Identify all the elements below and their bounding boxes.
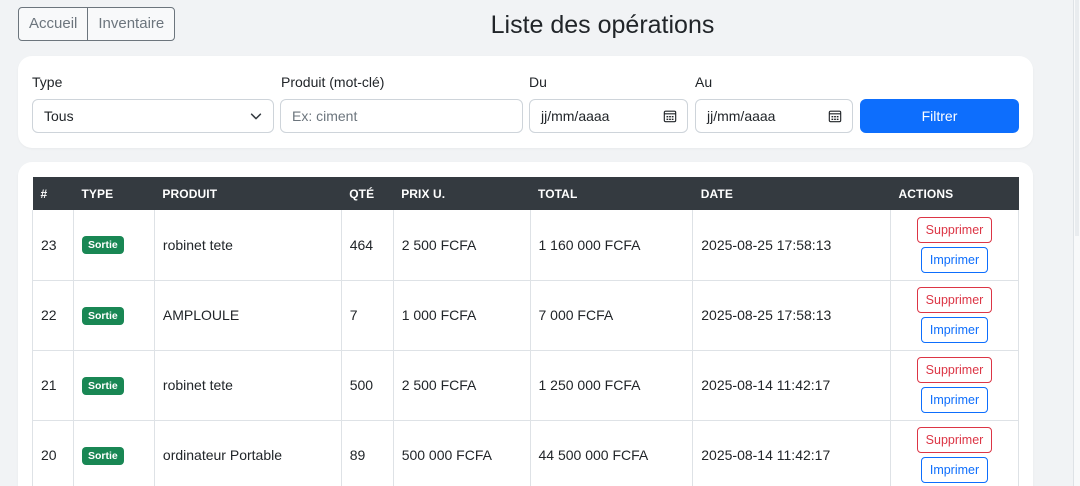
nav-button-group: Accueil Inventaire [18, 7, 176, 41]
cell-actions: Supprimer Imprimer [890, 420, 1019, 486]
cell-product: ordinateur Portable [153, 420, 342, 486]
print-button[interactable]: Imprimer [921, 317, 988, 343]
product-input-placeholder: Ex: ciment [292, 108, 358, 124]
page-scrollbar[interactable] [1073, 0, 1080, 486]
type-badge: Sortie [81, 236, 124, 255]
cell-date: 2025-08-25 17:58:13 [692, 280, 891, 351]
cell-actions: Supprimer Imprimer [890, 280, 1019, 351]
col-header-date: DATE [692, 177, 891, 210]
type-label: Type [32, 74, 63, 90]
delete-button[interactable]: Supprimer [917, 287, 992, 313]
operations-table-card: # TYPE PRODUIT QTÉ PRIX U. TOTAL DATE AC… [18, 162, 1033, 486]
scrollbar-thumb[interactable] [1075, 0, 1079, 236]
cell-actions: Supprimer Imprimer [890, 350, 1019, 421]
table-row: 21 Sortie robinet tete 500 2 500 FCFA 1 … [32, 350, 1019, 421]
chevron-down-icon [250, 113, 262, 120]
cell-qty: 464 [340, 210, 394, 281]
cell-total: 7 000 FCFA [529, 280, 694, 351]
col-header-type: TYPE [73, 177, 155, 210]
type-badge: Sortie [81, 306, 124, 325]
type-badge: Sortie [81, 446, 124, 465]
print-button[interactable]: Imprimer [921, 387, 988, 413]
delete-button[interactable]: Supprimer [917, 357, 992, 383]
type-select-value: Tous [44, 108, 74, 124]
cell-unit-price: 2 500 FCFA [392, 210, 531, 281]
col-header-id: # [32, 177, 74, 210]
table-row: 20 Sortie ordinateur Portable 89 500 000… [32, 420, 1019, 486]
col-header-actions: ACTIONS [890, 177, 1019, 210]
delete-button[interactable]: Supprimer [917, 427, 992, 453]
cell-id: 20 [32, 420, 74, 486]
filter-card: Type Tous Produit (mot-clé) Ex: ciment D… [18, 56, 1033, 148]
cell-date: 2025-08-25 17:58:13 [692, 210, 891, 281]
cell-qty: 7 [340, 280, 394, 351]
nav-inventory-button[interactable]: Inventaire [87, 8, 174, 40]
cell-date: 2025-08-14 11:42:17 [692, 420, 891, 486]
col-header-total: TOTAL [530, 177, 693, 210]
cell-product: robinet tete [153, 350, 342, 421]
cell-id: 21 [32, 350, 74, 421]
table-header-row: # TYPE PRODUIT QTÉ PRIX U. TOTAL DATE AC… [32, 177, 1019, 210]
from-date-label: Du [529, 74, 547, 90]
cell-id: 22 [32, 280, 74, 351]
from-date-input[interactable]: jj/mm/aaaa [529, 99, 688, 133]
col-header-unit-price: PRIX U. [393, 177, 530, 210]
operations-table: # TYPE PRODUIT QTÉ PRIX U. TOTAL DATE AC… [32, 177, 1019, 486]
to-date-placeholder: jj/mm/aaaa [707, 108, 776, 124]
cell-type: Sortie [72, 280, 155, 351]
to-date-label: Au [695, 74, 713, 90]
table-row: 23 Sortie robinet tete 464 2 500 FCFA 1 … [32, 210, 1019, 281]
cell-actions: Supprimer Imprimer [890, 210, 1019, 281]
delete-button[interactable]: Supprimer [917, 216, 992, 243]
product-label: Produit (mot-clé) [281, 74, 385, 90]
cell-type: Sortie [72, 420, 155, 486]
cell-product: AMPLOULE [153, 280, 342, 351]
from-date-placeholder: jj/mm/aaaa [541, 108, 610, 124]
calendar-icon[interactable] [663, 109, 677, 123]
cell-id: 23 [32, 210, 74, 281]
print-button[interactable]: Imprimer [921, 246, 988, 273]
col-header-product: PRODUIT [154, 177, 342, 210]
cell-type: Sortie [72, 210, 155, 281]
type-select[interactable]: Tous [32, 99, 274, 133]
cell-qty: 500 [340, 350, 394, 421]
cell-total: 1 160 000 FCFA [529, 210, 694, 281]
cell-date: 2025-08-14 11:42:17 [692, 350, 891, 421]
print-button[interactable]: Imprimer [921, 457, 988, 483]
cell-unit-price: 2 500 FCFA [392, 350, 531, 421]
cell-total: 44 500 000 FCFA [529, 420, 694, 486]
cell-type: Sortie [72, 350, 155, 421]
cell-unit-price: 1 000 FCFA [392, 280, 531, 351]
table-row: 22 Sortie AMPLOULE 7 1 000 FCFA 7 000 FC… [32, 280, 1019, 351]
cell-qty: 89 [340, 420, 394, 486]
nav-home-button[interactable]: Accueil [19, 8, 87, 40]
col-header-qty: QTÉ [341, 177, 394, 210]
cell-product: robinet tete [153, 210, 342, 281]
cell-unit-price: 500 000 FCFA [392, 420, 531, 486]
type-badge: Sortie [81, 376, 124, 395]
page-title: Liste des opérations [490, 11, 715, 39]
cell-total: 1 250 000 FCFA [529, 350, 694, 421]
to-date-input[interactable]: jj/mm/aaaa [695, 99, 853, 133]
filter-button[interactable]: Filtrer [860, 99, 1019, 133]
calendar-icon[interactable] [828, 109, 842, 123]
product-search-input[interactable]: Ex: ciment [280, 99, 523, 133]
